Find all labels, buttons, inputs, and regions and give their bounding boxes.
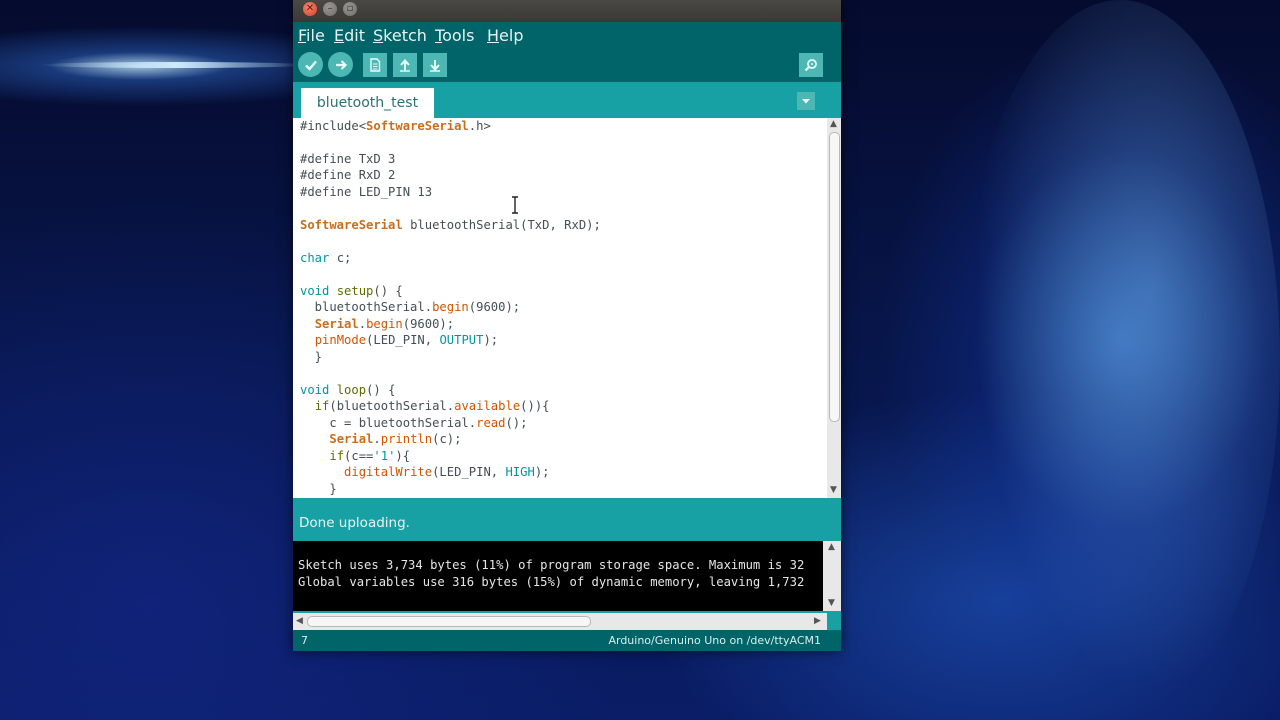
minimize-window-button[interactable]: – [323,2,337,16]
code-line: SoftwareSerial bluetoothSerial(TxD, RxD)… [300,218,601,232]
code-line: if(bluetoothSerial.available()){ [314,399,550,413]
status-bar: Done uploading. [293,505,841,541]
wallpaper-glow [960,0,1280,720]
editor-scroll-thumb[interactable] [829,132,840,422]
scroll-up-arrow-icon[interactable]: ▲ [830,119,837,129]
minimize-icon: – [327,3,333,14]
code-line: pinMode(LED_PIN, OUTPUT); [314,333,499,347]
menu-sketch-mnemonic: S [373,26,384,45]
menu-tools[interactable]: Tools [435,26,474,45]
scroll-left-arrow-icon[interactable]: ◀ [296,616,303,626]
console-vertical-scrollbar[interactable]: ▲ ▼ [823,541,841,611]
console-scroll-down-icon[interactable]: ▼ [828,598,835,608]
text-cursor-icon [512,196,518,214]
console-scroll-up-icon[interactable]: ▲ [828,542,835,552]
magnifier-icon [804,59,817,72]
code-line: #define LED_PIN 13 [300,185,433,199]
code-editor[interactable]: #include<SoftwareSerial.h> #define TxD 3… [293,118,827,498]
code-line: Serial.println(c); [329,432,462,446]
chevron-down-icon [802,99,810,104]
open-sketch-button[interactable] [393,53,417,77]
editor-vertical-scrollbar[interactable]: ▲ ▼ [827,118,841,498]
console-scroll-thumb[interactable] [307,616,591,627]
code-line: c = bluetoothSerial.read(); [300,416,528,430]
arrow-down-icon [430,60,440,72]
menu-edit-label: dit [344,26,365,45]
code-line: bluetoothSerial.begin(9600); [300,300,521,314]
code-line: #define TxD 3 [300,152,396,166]
menu-help-mnemonic: H [487,26,500,45]
console-line: Sketch uses 3,734 bytes (11%) of program… [298,558,805,572]
menu-file[interactable]: File [298,26,325,45]
code-line: char c; [300,251,352,265]
menu-file-mnemonic: F [298,26,307,45]
document-icon [370,58,381,72]
maximize-icon: ▫ [346,3,354,14]
board-port-label: Arduino/Genuino Uno on /dev/ttyACM1 [608,634,821,647]
upload-button[interactable] [328,52,353,77]
title-bar: ✕ – ▫ [293,0,841,22]
menu-sketch-label: ketch [383,26,427,45]
serial-monitor-button[interactable] [799,53,823,77]
tab-label: bluetooth_test [316,95,419,111]
code-line: Serial.begin(9600); [314,317,455,331]
console-output[interactable]: Sketch uses 3,734 bytes (11%) of program… [293,541,823,611]
code-line: } [300,350,323,364]
close-icon: ✕ [305,3,315,14]
code-line: void setup() { [300,284,403,298]
checkmark-icon [304,60,317,71]
toolbar [293,48,841,82]
new-sketch-button[interactable] [363,53,387,77]
menu-tools-mnemonic: T [435,26,443,45]
code-line: } [300,482,337,496]
wallpaper-streak [40,62,310,68]
maximize-window-button[interactable]: ▫ [343,2,357,16]
footer-bar: 7 Arduino/Genuino Uno on /dev/ttyACM1 [293,630,841,651]
verify-button[interactable] [298,52,323,77]
scroll-down-arrow-icon[interactable]: ▼ [830,485,837,495]
scroll-right-arrow-icon[interactable]: ▶ [814,616,821,626]
arrow-right-icon [335,59,347,70]
menu-bar: File Edit Sketch Tools Help [293,22,841,48]
menu-file-label: ile [306,26,325,45]
code-line: digitalWrite(LED_PIN, HIGH); [344,465,550,479]
menu-help-label: elp [499,26,524,45]
code-line: #include<SoftwareSerial.h> [300,119,491,133]
tab-bluetooth-test[interactable]: bluetooth_test [301,88,434,118]
tab-bar: bluetooth_test [293,82,841,118]
cursor-line-number: 7 [301,634,308,647]
code-line: if(c=='1'){ [329,449,411,463]
menu-tools-label: ools [442,26,475,45]
console-line: Global variables use 316 bytes (15%) of … [298,575,805,589]
code-line: void loop() { [300,383,396,397]
menu-help[interactable]: Help [487,26,523,45]
menu-edit-mnemonic: E [334,26,345,45]
menu-sketch[interactable]: Sketch [373,26,427,45]
arduino-ide-window: ✕ – ▫ File Edit Sketch Tools Help blueto… [293,0,841,651]
arrow-up-icon [400,58,410,72]
status-message: Done uploading. [299,515,410,531]
console-horizontal-scrollbar[interactable]: ◀ ▶ [293,613,827,630]
code-line: #define RxD 2 [300,168,396,182]
save-sketch-button[interactable] [423,53,447,77]
close-window-button[interactable]: ✕ [303,2,317,16]
menu-edit[interactable]: Edit [334,26,365,45]
tab-menu-button[interactable] [797,92,815,110]
